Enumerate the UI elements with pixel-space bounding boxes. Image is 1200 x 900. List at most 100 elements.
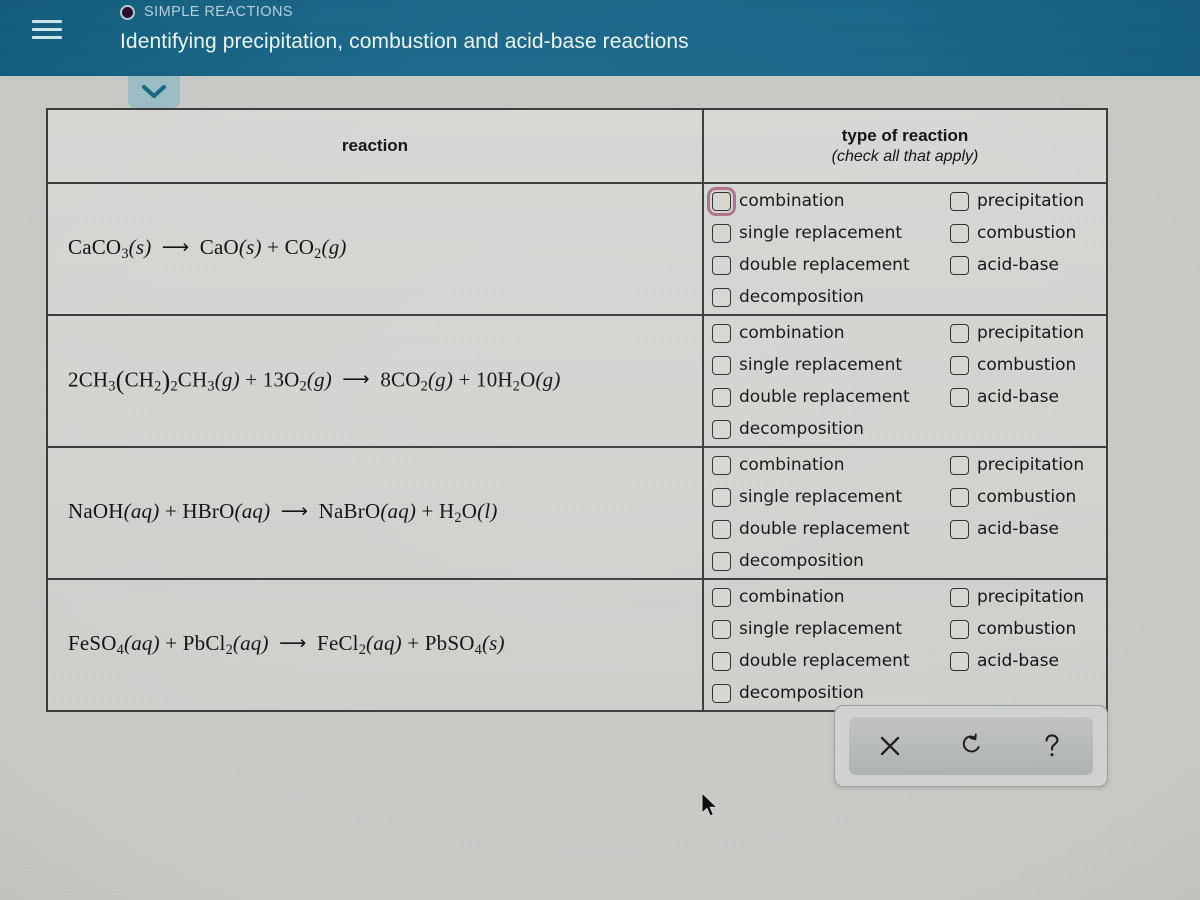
checkbox-label: decomposition [739, 286, 864, 307]
reset-button[interactable] [944, 723, 998, 769]
checkbox-icon[interactable] [712, 487, 731, 507]
hamburger-icon[interactable] [32, 14, 62, 44]
header-kicker-row: SIMPLE REACTIONS [120, 4, 293, 20]
table-row: FeSO4(aq) + PbCl2(aq) ⟶ FeCl2(aq) + PbSO… [48, 580, 1106, 710]
checkbox-label: decomposition [739, 550, 864, 571]
checkbox-option-decomposition[interactable]: decomposition [712, 682, 950, 703]
checkbox-label: combination [739, 586, 845, 607]
table-row: 2CH3(CH2)2CH3(g) + 13O2(g) ⟶ 8CO2(g) + 1… [48, 316, 1106, 448]
checkbox-icon[interactable] [950, 487, 969, 507]
checkbox-icon[interactable] [712, 619, 731, 639]
checkbox-option-acid-base[interactable]: acid-base [950, 519, 1106, 539]
header-kicker: SIMPLE REACTIONS [144, 4, 294, 20]
checkbox-icon[interactable] [712, 551, 731, 571]
hamburger-line [32, 19, 62, 23]
checkbox-option-single-replacement[interactable]: single replacement [712, 487, 950, 507]
checkbox-option-single-replacement[interactable]: single replacement [712, 222, 950, 243]
checkbox-option-combination[interactable]: combination [707, 186, 950, 216]
checkbox-icon[interactable] [707, 186, 736, 216]
help-button[interactable] [1025, 723, 1079, 769]
clear-button[interactable] [863, 723, 917, 769]
checkbox-icon[interactable] [712, 255, 731, 275]
type-cell: combination precipitation single replaceme… [704, 316, 1106, 446]
action-toolbar-inner [849, 717, 1093, 775]
checkbox-icon[interactable] [712, 223, 731, 243]
checkbox-option-precipitation[interactable]: precipitation [950, 587, 1106, 607]
reaction-equation: CaCO3(s) ⟶ CaO(s) + CO2(g) [68, 235, 347, 262]
table-header-row: reaction type of reaction (check all tha… [48, 110, 1106, 184]
checkbox-icon[interactable] [950, 519, 969, 539]
app-header: SIMPLE REACTIONS Identifying precipitati… [0, 0, 1200, 76]
checkbox-icon[interactable] [950, 587, 969, 607]
checkbox-label: double replacement [739, 650, 910, 671]
checkbox-option-precipitation[interactable]: precipitation [950, 455, 1106, 475]
checkbox-option-double-replacement[interactable]: double replacement [712, 254, 950, 275]
checkbox-option-precipitation[interactable]: precipitation [950, 190, 1106, 211]
checkbox-label: precipitation [977, 322, 1085, 343]
checkbox-icon[interactable] [950, 323, 969, 343]
checkbox-option-decomposition[interactable]: decomposition [712, 419, 950, 439]
checkbox-icon[interactable] [950, 387, 969, 407]
checkbox-option-combustion[interactable]: combustion [950, 486, 1106, 507]
checkbox-label: precipitation [977, 190, 1085, 211]
checkbox-option-precipitation[interactable]: precipitation [950, 322, 1106, 343]
column-header-type-title: type of reaction [841, 125, 969, 145]
checkbox-icon[interactable] [950, 651, 969, 671]
checkbox-icon[interactable] [950, 223, 969, 243]
collapse-tab[interactable] [128, 76, 180, 108]
checkbox-icon[interactable] [712, 683, 731, 703]
checkbox-option-double-replacement[interactable]: double replacement [712, 650, 950, 671]
table-row: CaCO3(s) ⟶ CaO(s) + CO2(g) combination pre… [48, 184, 1106, 316]
checkbox-option-combination[interactable]: combination [712, 323, 950, 343]
checkbox-icon[interactable] [712, 519, 731, 539]
checkbox-icon[interactable] [950, 255, 969, 275]
checkbox-icon[interactable] [712, 419, 731, 439]
checkbox-option-acid-base[interactable]: acid-base [950, 254, 1106, 275]
checkbox-option-combustion[interactable]: combustion [950, 222, 1106, 243]
checkbox-icon[interactable] [950, 455, 969, 475]
mouse-pointer-icon [700, 791, 720, 825]
checkbox-icon[interactable] [950, 191, 969, 211]
checkbox-label: acid-base [977, 254, 1059, 275]
checkbox-icon[interactable] [712, 323, 731, 343]
checkbox-option-combination[interactable]: combination [712, 454, 950, 475]
checkbox-icon[interactable] [712, 651, 731, 671]
checkbox-label: combustion [977, 222, 1077, 243]
reaction-cell: 2CH3(CH2)2CH3(g) + 13O2(g) ⟶ 8CO2(g) + 1… [48, 316, 704, 446]
checkbox-option-single-replacement[interactable]: single replacement [712, 619, 950, 639]
reaction-type-table: reaction type of reaction (check all tha… [46, 108, 1108, 712]
x-icon [878, 734, 902, 758]
checkbox-option-double-replacement[interactable]: double replacement [712, 519, 950, 539]
checkbox-icon[interactable] [950, 355, 969, 375]
checkbox-label: double replacement [739, 386, 910, 407]
checkbox-option-combustion[interactable]: combustion [950, 355, 1106, 375]
type-cell: combination precipitation single replaceme… [704, 448, 1106, 578]
question-mark-icon [1041, 733, 1063, 759]
checkbox-option-combustion[interactable]: combustion [950, 618, 1106, 639]
checkbox-option-acid-base[interactable]: acid-base [950, 651, 1106, 671]
checkbox-option-decomposition[interactable]: decomposition [712, 286, 950, 307]
checkbox-group: combination precipitation single replaceme… [704, 574, 1106, 716]
checkbox-icon[interactable] [712, 387, 731, 407]
checkbox-label: combination [739, 454, 845, 475]
checkbox-label: double replacement [739, 254, 910, 275]
reaction-cell: NaOH(aq) + HBrO(aq) ⟶ NaBrO(aq) + H2O(l) [48, 448, 704, 578]
checkbox-option-decomposition[interactable]: decomposition [712, 550, 950, 571]
checkbox-option-acid-base[interactable]: acid-base [950, 386, 1106, 407]
type-cell: combination precipitation single replaceme… [704, 184, 1106, 314]
checkbox-option-combination[interactable]: combination [712, 586, 950, 607]
checkbox-icon[interactable] [712, 287, 731, 307]
checkbox-label: single replacement [739, 222, 903, 243]
checkbox-label: decomposition [739, 682, 864, 703]
checkbox-label: combustion [977, 486, 1077, 507]
checkbox-icon[interactable] [712, 455, 731, 475]
checkbox-label: combustion [977, 618, 1077, 639]
checkbox-option-double-replacement[interactable]: double replacement [712, 386, 950, 407]
checkbox-icon[interactable] [712, 355, 731, 375]
checkbox-icon[interactable] [712, 587, 731, 607]
header-cell-reaction: reaction [48, 110, 704, 182]
checkbox-label: acid-base [977, 386, 1059, 407]
checkbox-icon[interactable] [950, 619, 969, 639]
header-cell-type: type of reaction (check all that apply) [704, 110, 1106, 182]
checkbox-option-single-replacement[interactable]: single replacement [712, 355, 950, 375]
